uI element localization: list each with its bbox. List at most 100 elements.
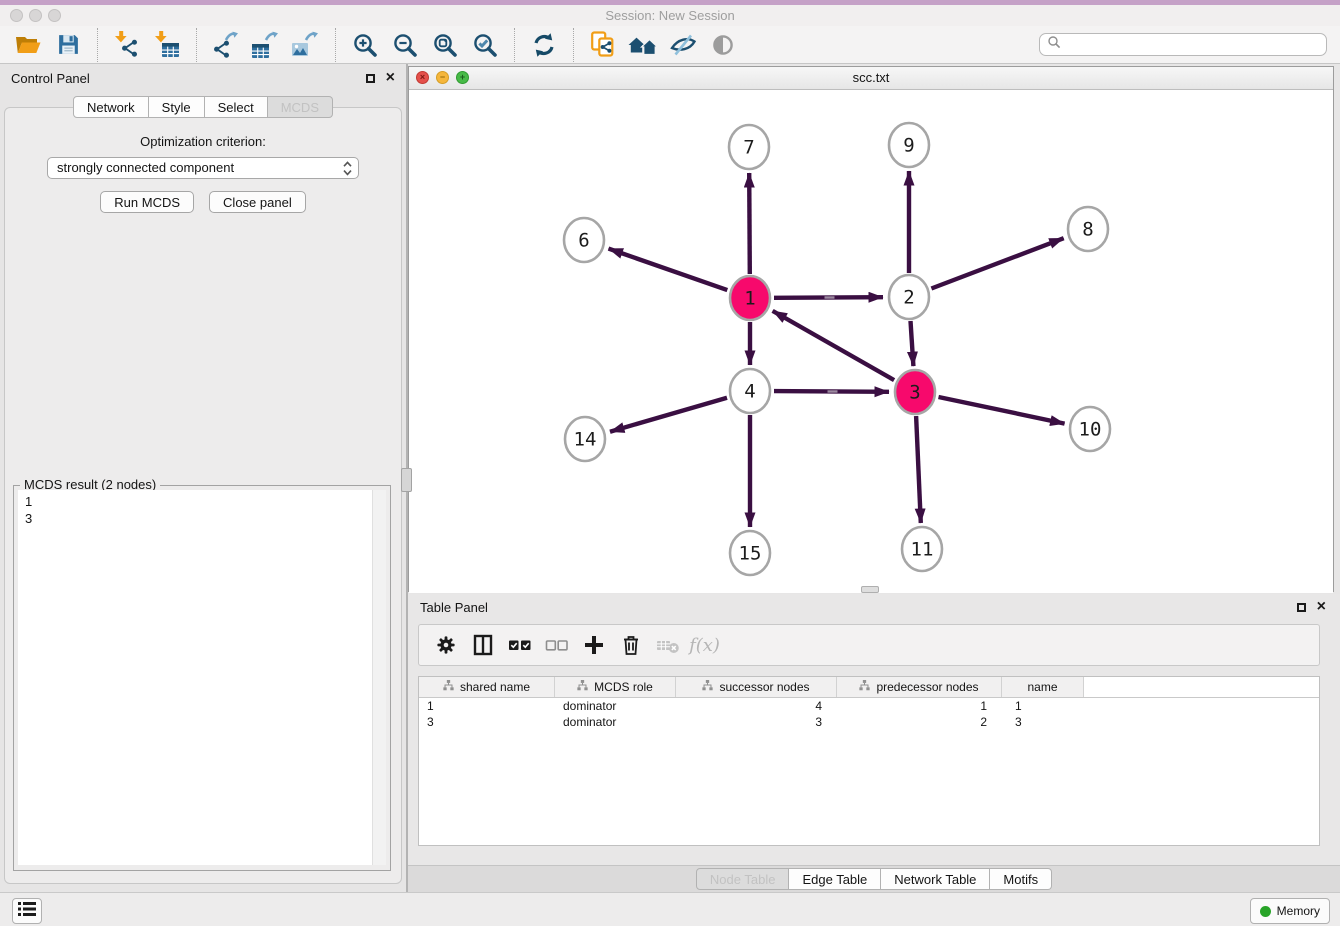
hierarchy-icon — [702, 680, 713, 694]
close-network-icon[interactable]: × — [416, 71, 429, 84]
memory-label: Memory — [1277, 904, 1320, 918]
tab-network-table[interactable]: Network Table — [881, 868, 990, 890]
tab-motifs[interactable]: Motifs — [990, 868, 1052, 890]
node-8[interactable]: 8 — [1068, 207, 1108, 251]
birds-eye-icon[interactable] — [705, 29, 741, 61]
node-15[interactable]: 15 — [730, 531, 770, 575]
edge-1-7[interactable] — [749, 173, 750, 274]
export-table-icon[interactable] — [248, 29, 284, 61]
network-canvas[interactable]: 7 9 6 8 1 2 4 3 14 10 15 11 — [409, 90, 1333, 593]
table-cell: 1 — [837, 699, 1002, 713]
zoom-selected-icon[interactable] — [467, 29, 503, 61]
zoom-fit-icon[interactable] — [427, 29, 463, 61]
svg-text:2: 2 — [903, 287, 914, 309]
node-3[interactable]: 3 — [895, 370, 935, 414]
close-icon[interactable]: × — [1317, 601, 1326, 613]
table-panel-header: Table Panel × — [408, 594, 1340, 620]
node-4[interactable]: 4 — [730, 369, 770, 413]
node-14[interactable]: 14 — [565, 417, 605, 461]
tab-mcds[interactable]: MCDS — [268, 96, 333, 118]
svg-text:8: 8 — [1082, 219, 1093, 241]
select-all-icon[interactable] — [501, 630, 538, 660]
mcds-result-list[interactable]: 13 — [18, 490, 386, 865]
edge-label-tick — [828, 390, 838, 392]
network-resize-grip[interactable] — [861, 586, 879, 593]
table-cell: 3 — [1002, 715, 1084, 729]
open-session-icon[interactable] — [10, 29, 46, 61]
hide-details-icon[interactable] — [665, 29, 701, 61]
node-6[interactable]: 6 — [564, 218, 604, 262]
export-network-icon[interactable] — [208, 29, 244, 61]
edge-3-11[interactable] — [916, 416, 921, 523]
minimize-network-icon[interactable]: − — [436, 71, 449, 84]
table-row[interactable]: 3dominator323 — [419, 714, 1319, 730]
svg-text:11: 11 — [911, 539, 934, 561]
edge-3-10[interactable] — [939, 397, 1065, 424]
toolbar-separator — [97, 28, 98, 62]
panel-splitter-handle[interactable] — [401, 468, 412, 492]
zoom-in-icon[interactable] — [347, 29, 383, 61]
edge-1-6[interactable] — [609, 249, 728, 291]
node-11[interactable]: 11 — [902, 527, 942, 571]
save-session-icon[interactable] — [50, 29, 86, 61]
toolbar-separator — [196, 28, 197, 62]
memory-button[interactable]: Memory — [1250, 898, 1330, 924]
float-icon[interactable] — [366, 74, 375, 83]
deselect-all-icon[interactable] — [538, 630, 575, 660]
function-builder-icon[interactable]: f(x) — [686, 630, 723, 660]
network-graph: 7 9 6 8 1 2 4 3 14 10 15 11 — [409, 90, 1333, 593]
node-10[interactable]: 10 — [1070, 407, 1110, 451]
node-2[interactable]: 2 — [889, 275, 929, 319]
svg-text:7: 7 — [743, 137, 754, 159]
first-neighbors-icon[interactable] — [625, 29, 661, 61]
column-label: shared name — [460, 680, 530, 694]
tab-style[interactable]: Style — [149, 96, 205, 118]
edge-3-1[interactable] — [773, 311, 895, 380]
column-header-name[interactable]: name — [1002, 677, 1084, 697]
import-network-icon[interactable] — [109, 29, 145, 61]
clone-network-icon[interactable] — [585, 29, 621, 61]
node-1[interactable]: 1 — [730, 276, 770, 320]
dropdown-selected-value: strongly connected component — [48, 158, 358, 178]
run-mcds-button[interactable]: Run MCDS — [100, 191, 194, 213]
column-label: predecessor nodes — [876, 680, 978, 694]
columns-icon[interactable] — [464, 630, 501, 660]
edge-2-8[interactable] — [931, 238, 1063, 288]
node-7[interactable]: 7 — [729, 125, 769, 169]
delete-row-icon[interactable] — [612, 630, 649, 660]
tab-network[interactable]: Network — [73, 96, 149, 118]
close-icon[interactable]: × — [386, 72, 395, 84]
table-header-row: shared name MCDS rolesuccessor nodes prede… — [419, 677, 1319, 698]
column-header-MCDS-role[interactable]: MCDS role — [555, 677, 676, 697]
table-row[interactable]: 1dominator411 — [419, 698, 1319, 714]
svg-text:15: 15 — [739, 543, 762, 565]
delete-table-icon[interactable] — [649, 630, 686, 660]
settings-gear-icon[interactable] — [427, 630, 464, 660]
zoom-network-icon[interactable]: + — [456, 71, 469, 84]
column-header-successor-nodes[interactable]: successor nodes — [676, 677, 837, 697]
tab-node-table[interactable]: Node Table — [696, 868, 790, 890]
optimization-criterion-label: Optimization criterion: — [5, 134, 401, 149]
node-9[interactable]: 9 — [889, 123, 929, 167]
tab-edge-table[interactable]: Edge Table — [789, 868, 881, 890]
result-scrollbar[interactable] — [372, 490, 386, 865]
export-image-icon[interactable] — [288, 29, 324, 61]
float-icon[interactable] — [1297, 603, 1306, 612]
panel-switcher-button[interactable] — [12, 898, 42, 924]
tab-select[interactable]: Select — [205, 96, 268, 118]
edge-2-3[interactable] — [911, 321, 914, 366]
column-header-shared-name[interactable]: shared name — [419, 677, 555, 697]
svg-text:10: 10 — [1079, 419, 1102, 441]
mcds-panel: Optimization criterion: strongly connect… — [4, 107, 402, 884]
refresh-icon[interactable] — [526, 29, 562, 61]
import-table-icon[interactable] — [149, 29, 185, 61]
optimization-criterion-dropdown[interactable]: strongly connected component — [47, 157, 359, 179]
edge-4-14[interactable] — [610, 398, 727, 432]
table-cell: 2 — [837, 715, 1002, 729]
column-header-predecessor-nodes[interactable]: predecessor nodes — [837, 677, 1002, 697]
close-panel-button[interactable]: Close panel — [209, 191, 306, 213]
search-input[interactable] — [1039, 33, 1327, 56]
table-cell: dominator — [555, 715, 676, 729]
zoom-out-icon[interactable] — [387, 29, 423, 61]
add-row-icon[interactable] — [575, 630, 612, 660]
